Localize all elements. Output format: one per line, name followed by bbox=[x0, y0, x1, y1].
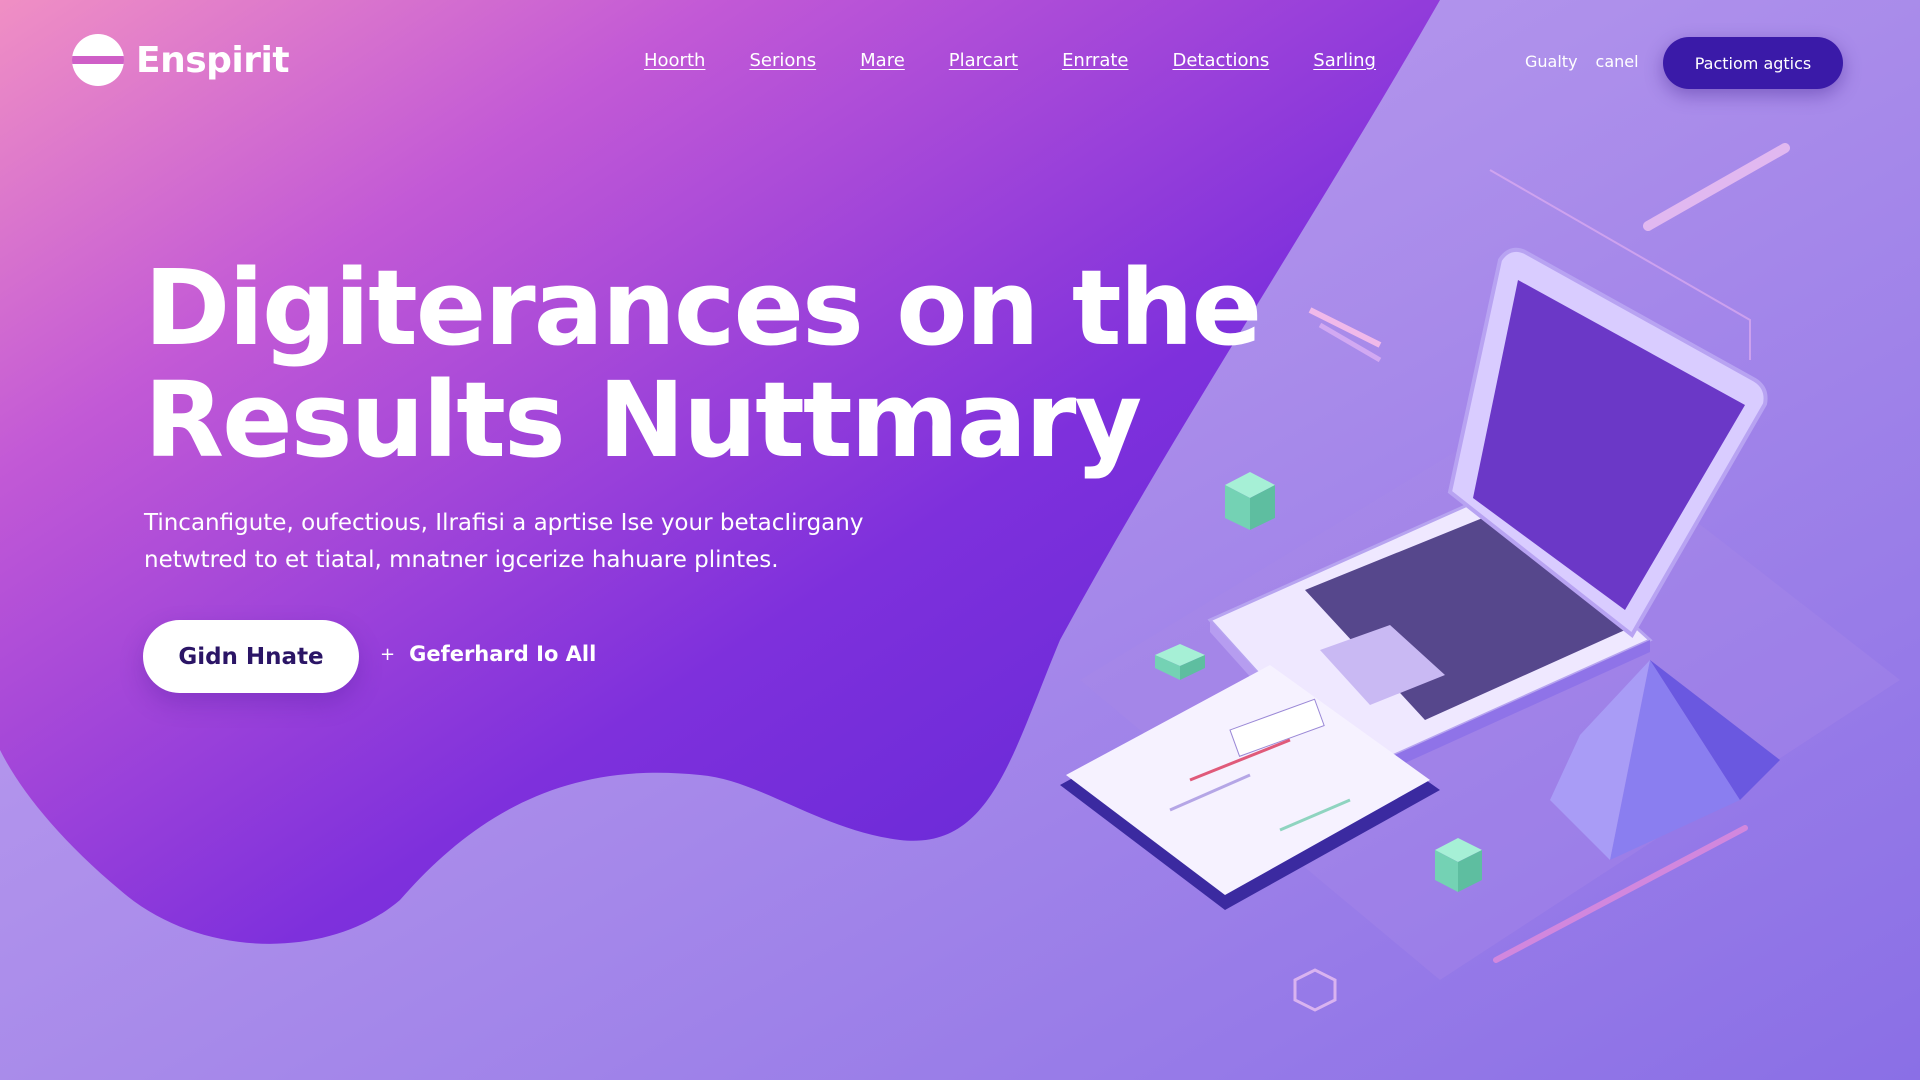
mint-cube-1 bbox=[1225, 472, 1275, 530]
brand-logo[interactable]: Enspirit bbox=[72, 34, 290, 86]
aux-link-canel[interactable]: canel bbox=[1596, 52, 1639, 71]
aux-link-gualty[interactable]: Gualty bbox=[1525, 52, 1578, 71]
logo-icon bbox=[72, 34, 124, 86]
plus-icon: + bbox=[380, 643, 396, 665]
nav-item-enrrate[interactable]: Enrrate bbox=[1062, 50, 1128, 71]
primary-cta-button[interactable]: Gidn Hnate bbox=[143, 620, 359, 693]
hero-subtitle: Tincanfigute, oufectious, Ilrafisi a apr… bbox=[144, 505, 964, 579]
nav-item-hoorth[interactable]: Hoorth bbox=[644, 50, 705, 71]
brand-name: Enspirit bbox=[136, 39, 290, 81]
main-nav: Hoorth Serions Mare Plarcart Enrrate Det… bbox=[644, 50, 1376, 71]
hero-subtitle-line-2: netwtred to et tiatal, mnatner igcerize … bbox=[144, 547, 779, 573]
hero-subtitle-line-1: Tincanfigute, oufectious, Ilrafisi a apr… bbox=[144, 510, 864, 536]
nav-item-mare[interactable]: Mare bbox=[860, 50, 905, 71]
nav-item-detactions[interactable]: Detactions bbox=[1173, 50, 1270, 71]
secondary-cta-link[interactable]: + Geferhard Io All bbox=[380, 642, 596, 666]
hero-illustration bbox=[1060, 247, 1900, 1012]
header-cta-button[interactable]: Pactiom agtics bbox=[1663, 37, 1843, 89]
nav-item-serions[interactable]: Serions bbox=[749, 50, 816, 71]
secondary-cta-label: Geferhard Io All bbox=[409, 642, 597, 666]
aux-links: Gualty canel bbox=[1525, 52, 1639, 71]
nav-item-sarling[interactable]: Sarling bbox=[1313, 50, 1376, 71]
hexagon-icon bbox=[1293, 968, 1337, 1012]
nav-item-plarcart[interactable]: Plarcart bbox=[949, 50, 1018, 71]
site-header: Enspirit Hoorth Serions Mare Plarcart En… bbox=[0, 0, 1920, 124]
